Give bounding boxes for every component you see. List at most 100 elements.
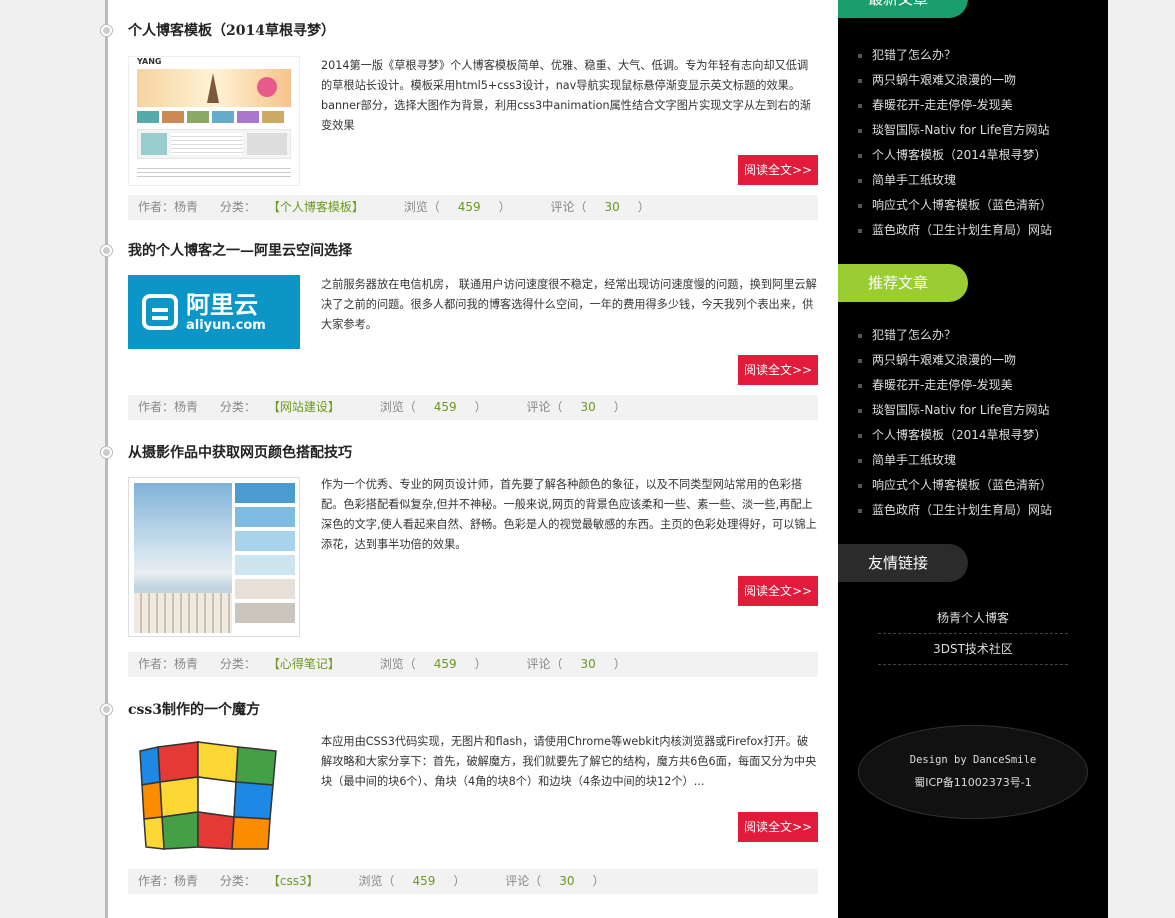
latest-article-link[interactable]: 春暖花开-走走停停-发现美 (872, 98, 1013, 112)
comments-count[interactable]: 30 (604, 200, 619, 214)
list-item[interactable]: 琰智国际-Nativ for Life官方网站 (858, 118, 1098, 143)
list-item[interactable]: 简单手工纸玫瑰 (858, 168, 1098, 193)
thumb-banner (137, 69, 291, 107)
author: 作者：杨青 (138, 657, 199, 671)
color-swatches (235, 483, 295, 623)
views-count: 459 (412, 874, 436, 888)
latest-article-link[interactable]: 蓝色政府（卫生计划生育局）网站 (872, 223, 1052, 237)
recommended-article-link[interactable]: 蓝色政府（卫生计划生育局）网站 (872, 503, 1052, 517)
article-meta: 作者：杨青 分类： 【网站建设】 浏览（ 459 ） 评论（ 30 ） (128, 395, 818, 420)
comments-count[interactable]: 30 (580, 657, 595, 671)
list-item[interactable]: 两只蜗牛艰难又浪漫的一吻 (858, 348, 1098, 373)
views: 浏览（ 459 ） (358, 874, 483, 888)
recommended-article-link[interactable]: 犯错了怎么办？ (872, 328, 956, 342)
latest-article-link[interactable]: 犯错了怎么办？ (872, 48, 956, 62)
footer-design-credit: Design by DanceSmile (909, 754, 1037, 766)
list-item[interactable]: 个人博客模板（2014草根寻梦） (858, 143, 1098, 168)
thumb-content-block (137, 129, 291, 159)
list-item[interactable]: 蓝色政府（卫生计划生育局）网站 (858, 498, 1098, 523)
bullet-icon (858, 228, 862, 233)
list-item[interactable]: 犯错了怎么办？ (858, 323, 1098, 348)
article-title[interactable]: 个人博客模板（2014草根寻梦） (128, 20, 335, 40)
bullet-icon (858, 103, 862, 108)
list-item[interactable]: 简单手工纸玫瑰 (858, 448, 1098, 473)
read-more-button[interactable]: 阅读全文>> (738, 355, 818, 385)
views-close: ） (453, 874, 466, 888)
list-item[interactable]: 蓝色政府（卫生计划生育局）网站 (858, 218, 1098, 243)
article-thumbnail[interactable] (128, 477, 300, 637)
comments: 评论（ 30 ） (526, 400, 643, 414)
thumb-logo-text: YANG (129, 57, 299, 67)
comments-label: 评论（ (526, 657, 563, 671)
recommended-article-link[interactable]: 两只蜗牛艰难又浪漫的一吻 (872, 353, 1016, 367)
category-label: 分类： (219, 874, 256, 888)
category-link[interactable]: 【网站建设】 (274, 400, 340, 414)
rubiks-cube-image (139, 741, 277, 850)
article-thumbnail[interactable]: 阿里云 aliyun.com (128, 275, 300, 349)
read-more-button[interactable]: 阅读全文>> (738, 812, 818, 842)
latest-article-link[interactable]: 响应式个人博客模板（蓝色清新） (872, 198, 1052, 212)
bullet-icon (858, 408, 862, 413)
bullet-icon (858, 78, 862, 83)
read-more-button[interactable]: 阅读全文>> (738, 155, 818, 185)
list-item[interactable]: 响应式个人博客模板（蓝色清新） (858, 193, 1098, 218)
article-meta: 作者：杨青 分类： 【心得笔记】 浏览（ 459 ） 评论（ 30 ） (128, 652, 818, 677)
footer-icp-number[interactable]: 蜀ICP备11002373号-1 (859, 774, 1087, 790)
recommended-article-link[interactable]: 春暖花开-走走停停-发现美 (872, 378, 1013, 392)
author: 作者：杨青 (138, 200, 199, 214)
article-summary: 本应用由CSS3代码实现，无图片和flash，请使用Chrome等webkit内… (321, 735, 817, 788)
list-item[interactable]: 个人博客模板（2014草根寻梦） (858, 423, 1098, 448)
sidebar: 最新文章 犯错了怎么办？ 两只蜗牛艰难又浪漫的一吻 春暖花开-走走停停-发现美 … (838, 0, 1108, 918)
article-title[interactable]: 从摄影作品中获取网页颜色搭配技巧 (128, 442, 352, 462)
category-link[interactable]: 【个人博客模板】 (274, 200, 364, 214)
comments: 评论（ 30 ） (550, 200, 667, 214)
article-thumbnail[interactable]: YANG (128, 56, 300, 186)
bullet-icon (858, 433, 862, 438)
recommended-article-link[interactable]: 简单手工纸玫瑰 (872, 453, 956, 467)
aliyun-logo-sub: aliyun.com (186, 317, 266, 333)
bullet-icon (858, 508, 862, 513)
recommended-articles-heading: 推荐文章 (838, 264, 968, 302)
bullet-icon (858, 178, 862, 183)
category: 分类： 【网站建设】 (220, 400, 358, 414)
photo-sea-balcony (134, 483, 232, 633)
latest-article-link[interactable]: 简单手工纸玫瑰 (872, 173, 956, 187)
friend-links-list: 杨青个人博客 3DST技术社区 (878, 603, 1068, 665)
comments-count[interactable]: 30 (559, 874, 574, 888)
list-item[interactable]: 琰智国际-Nativ for Life官方网站 (858, 398, 1098, 423)
latest-articles-heading: 最新文章 (838, 0, 968, 18)
list-item[interactable]: 两只蜗牛艰难又浪漫的一吻 (858, 68, 1098, 93)
latest-article-link[interactable]: 琰智国际-Nativ for Life官方网站 (872, 123, 1050, 137)
category-link[interactable]: 【css3】 (274, 874, 319, 888)
latest-article-link[interactable]: 个人博客模板（2014草根寻梦） (872, 148, 1047, 162)
aliyun-logo-text: 阿里云 (186, 290, 258, 319)
views-close: ） (474, 400, 487, 414)
article-thumbnail[interactable] (128, 737, 300, 857)
latest-article-link[interactable]: 两只蜗牛艰难又浪漫的一吻 (872, 73, 1016, 87)
list-item[interactable]: 犯错了怎么办？ (858, 43, 1098, 68)
recommended-article-link[interactable]: 响应式个人博客模板（蓝色清新） (872, 478, 1052, 492)
list-item[interactable]: 春暖花开-走走停停-发现美 (858, 373, 1098, 398)
views: 浏览（ 459 ） (380, 400, 505, 414)
comments-label: 评论（ (526, 400, 563, 414)
list-item[interactable]: 春暖花开-走走停停-发现美 (858, 93, 1098, 118)
comments-count[interactable]: 30 (580, 400, 595, 414)
article-summary: 之前服务器放在电信机房， 联通用户访问速度很不稳定，经常出现访问速度慢的问题，换… (321, 278, 817, 331)
friend-link[interactable]: 杨青个人博客 (878, 603, 1068, 634)
friend-link[interactable]: 3DST技术社区 (878, 634, 1068, 665)
bullet-icon (858, 358, 862, 363)
comments-close: ） (613, 657, 626, 671)
article-title[interactable]: 我的个人博客之一—阿里云空间选择 (128, 240, 352, 260)
recommended-article-link[interactable]: 个人博客模板（2014草根寻梦） (872, 428, 1047, 442)
views-count: 459 (457, 200, 481, 214)
recommended-article-link[interactable]: 琰智国际-Nativ for Life官方网站 (872, 403, 1050, 417)
bullet-icon (858, 333, 862, 338)
read-more-button[interactable]: 阅读全文>> (738, 576, 818, 606)
article-title[interactable]: css3制作的一个魔方 (128, 699, 260, 719)
category-link[interactable]: 【心得笔记】 (274, 657, 340, 671)
recommended-articles-list: 犯错了怎么办？ 两只蜗牛艰难又浪漫的一吻 春暖花开-走走停停-发现美 琰智国际-… (858, 323, 1098, 523)
category-label: 分类： (219, 400, 256, 414)
comments: 评论（ 30 ） (505, 874, 622, 888)
list-item[interactable]: 响应式个人博客模板（蓝色清新） (858, 473, 1098, 498)
views-close: ） (498, 200, 511, 214)
